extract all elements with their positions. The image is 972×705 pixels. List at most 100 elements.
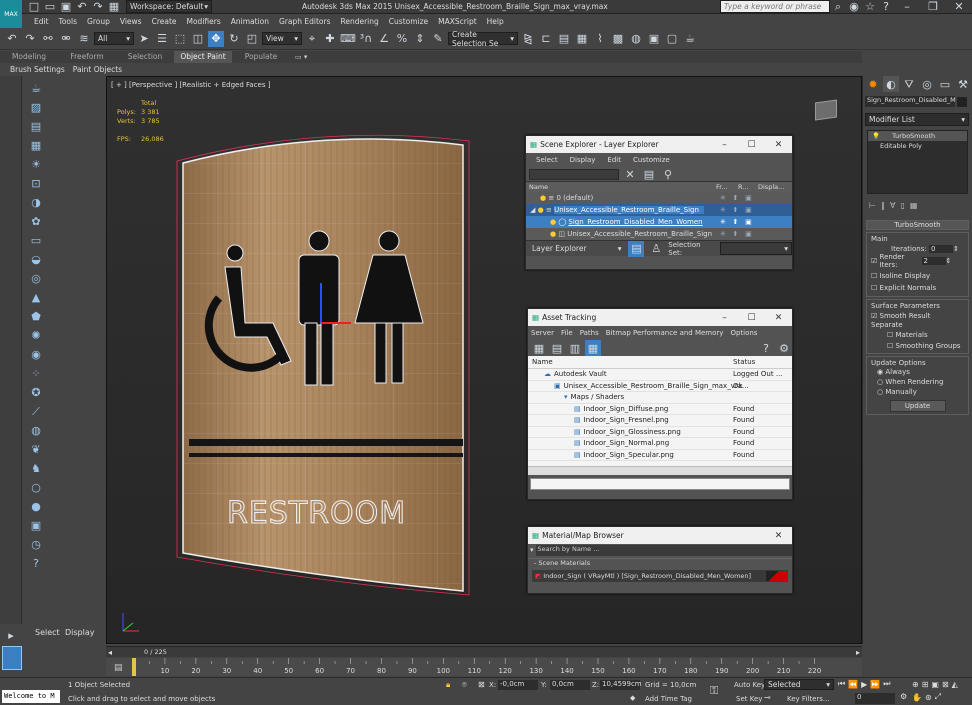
play-icon[interactable]: ▶: [861, 680, 867, 689]
modifier-list-select[interactable]: Modifier List ▾: [865, 113, 969, 126]
menu-item[interactable]: Customize: [389, 17, 428, 26]
helper-icon[interactable]: ◑: [28, 194, 44, 210]
clear-search-icon[interactable]: ✕: [622, 166, 638, 182]
layer-explorer-icon[interactable]: ▤: [556, 31, 572, 47]
time-config-icon[interactable]: ⚙: [900, 692, 907, 701]
col-display[interactable]: Displa...: [758, 183, 788, 191]
zoom-icon[interactable]: ⊕: [912, 680, 919, 689]
manually-radio[interactable]: ○: [877, 388, 883, 396]
menu-item[interactable]: Rendering: [340, 17, 378, 26]
ribbon-options-icon[interactable]: ▭ ▾: [295, 53, 307, 61]
curve-editor-icon[interactable]: ⌇: [592, 31, 608, 47]
col-status[interactable]: Status: [733, 358, 755, 366]
spinner-snap-icon[interactable]: ⇕: [412, 31, 428, 47]
display-tab[interactable]: Display: [65, 628, 95, 637]
help-icon[interactable]: ?: [28, 555, 44, 571]
bind-space-warp-icon[interactable]: ≋: [76, 31, 92, 47]
minimize-icon[interactable]: –: [711, 313, 738, 323]
materials-checkbox[interactable]: ☐: [887, 331, 893, 339]
menu-item[interactable]: Group: [87, 17, 110, 26]
bone-icon[interactable]: ⟋: [28, 403, 44, 419]
select-by-name-icon[interactable]: ☰: [154, 31, 170, 47]
y-field[interactable]: 0,0cm: [550, 680, 590, 690]
pan-icon[interactable]: ✋: [912, 693, 922, 702]
prev-key-icon[interactable]: ⏪: [848, 680, 858, 689]
grid-icon[interactable]: ▦: [28, 137, 44, 153]
geosphere-icon[interactable]: ⬟: [28, 308, 44, 324]
create-panel-icon[interactable]: ✹: [865, 76, 881, 92]
frame-counter[interactable]: 0 / 225: [144, 648, 167, 656]
asset-row[interactable]: ▾ Maps / Shaders: [528, 392, 792, 404]
ribbon-tab[interactable]: Object Paint: [174, 51, 232, 63]
asset-tracking-path[interactable]: [530, 478, 790, 490]
track-bar[interactable]: 0102030405060708090100110120130140150160…: [106, 658, 862, 676]
viewport-label[interactable]: [ + ] [Perspective ] [Realistic + Edged …: [111, 81, 270, 89]
bulb-icon[interactable]: ●: [550, 230, 556, 238]
selection-filter-select[interactable]: All ▾: [94, 32, 134, 45]
sun-icon[interactable]: ✺: [28, 327, 44, 343]
configure-sets-icon[interactable]: ▦: [910, 201, 918, 210]
explorer-type-select[interactable]: Layer Explorer ▾: [529, 242, 625, 255]
object-color-swatch[interactable]: [957, 96, 967, 107]
tree-row[interactable]: ◢ ● ≡ Unisex_Accessible_Restroom_Braille…: [526, 204, 792, 216]
link-icon[interactable]: ⚯: [40, 31, 56, 47]
move-icon[interactable]: ✥: [208, 30, 224, 47]
physics-icon[interactable]: ✪: [28, 384, 44, 400]
bulb-icon[interactable]: ●: [540, 194, 546, 202]
find-icon[interactable]: ▤: [641, 166, 657, 182]
redo-icon[interactable]: ↷: [90, 0, 106, 15]
sub-ribbon-item[interactable]: Paint Objects: [73, 65, 122, 74]
next-frame-icon[interactable]: ▸: [856, 648, 860, 657]
col-name[interactable]: Name: [528, 358, 733, 366]
menu-item[interactable]: Tools: [59, 17, 77, 26]
scene-explorer-menu-item[interactable]: Customize: [633, 156, 670, 164]
browser-options-icon[interactable]: ▾: [530, 546, 534, 554]
snap-icon[interactable]: ³∩: [358, 31, 374, 47]
sign-model[interactable]: RESTROOM: [173, 133, 473, 603]
ring-icon[interactable]: ○: [28, 479, 44, 495]
bulb-icon[interactable]: 💡: [872, 132, 880, 140]
grid-view-icon[interactable]: ▦: [585, 340, 601, 356]
maxscript-listener[interactable]: Welcome to M: [2, 690, 60, 703]
render-iters-field[interactable]: 2: [921, 257, 946, 265]
plant-icon[interactable]: ❦: [28, 441, 44, 457]
maximize-icon[interactable]: ☐: [738, 313, 765, 323]
key-selection-select[interactable]: Selected ▾: [764, 679, 834, 690]
edit-named-sets-icon[interactable]: ✎: [430, 31, 446, 47]
timer-icon[interactable]: ◷: [28, 536, 44, 552]
schematic-view-icon[interactable]: ▩: [610, 31, 626, 47]
material-search-input[interactable]: Search by Name ...: [535, 544, 792, 556]
z-field[interactable]: 10,4599cm: [600, 680, 642, 690]
time-slider[interactable]: ◂ 0 / 225 ▸: [106, 646, 862, 657]
utilities-panel-icon[interactable]: ⚒: [955, 76, 971, 92]
pin-stack-icon[interactable]: ⊢: [869, 201, 876, 210]
align-icon[interactable]: ⊏: [538, 31, 554, 47]
zoom-extents-all-icon[interactable]: ⊠: [942, 680, 949, 689]
menu-item[interactable]: Edit: [34, 17, 49, 26]
orbit-icon[interactable]: ⊛: [925, 693, 932, 702]
absolute-mode-icon[interactable]: ⊠: [478, 680, 485, 689]
scene-explorer-menu-item[interactable]: Select: [536, 156, 558, 164]
render-setup-icon[interactable]: ▣: [646, 31, 662, 47]
render-iters-checkbox[interactable]: ☑: [871, 257, 877, 265]
show-end-result-icon[interactable]: ‖: [881, 201, 885, 210]
display-panel-icon[interactable]: ▭: [937, 76, 953, 92]
col-freeze[interactable]: Fr...: [716, 183, 738, 191]
scale-icon[interactable]: ◰: [244, 31, 260, 47]
turbosmooth-rollout-title[interactable]: TurboSmooth: [866, 220, 969, 230]
fov-icon[interactable]: ◭: [952, 680, 958, 689]
select-object-icon[interactable]: ➤: [136, 31, 152, 47]
maximize-icon[interactable]: ☐: [738, 140, 765, 150]
auto-key-button[interactable]: Auto Key: [734, 681, 765, 689]
col-render[interactable]: R...: [738, 183, 758, 191]
render-production-icon[interactable]: ☕: [682, 31, 698, 47]
window-crossing-icon[interactable]: ◫: [190, 31, 206, 47]
particle-icon[interactable]: ⁘: [28, 365, 44, 381]
select-tab[interactable]: Select: [35, 628, 60, 637]
project-icon[interactable]: ▦: [106, 0, 122, 15]
explicit-normals-checkbox[interactable]: ☐: [871, 284, 877, 292]
isolate-icon[interactable]: ⌾: [462, 680, 467, 690]
scene-explorer-menu-item[interactable]: Edit: [607, 156, 621, 164]
infocenter-icon[interactable]: ◉: [846, 0, 862, 15]
named-selection-set-select[interactable]: Create Selection Se ▾: [448, 30, 518, 48]
